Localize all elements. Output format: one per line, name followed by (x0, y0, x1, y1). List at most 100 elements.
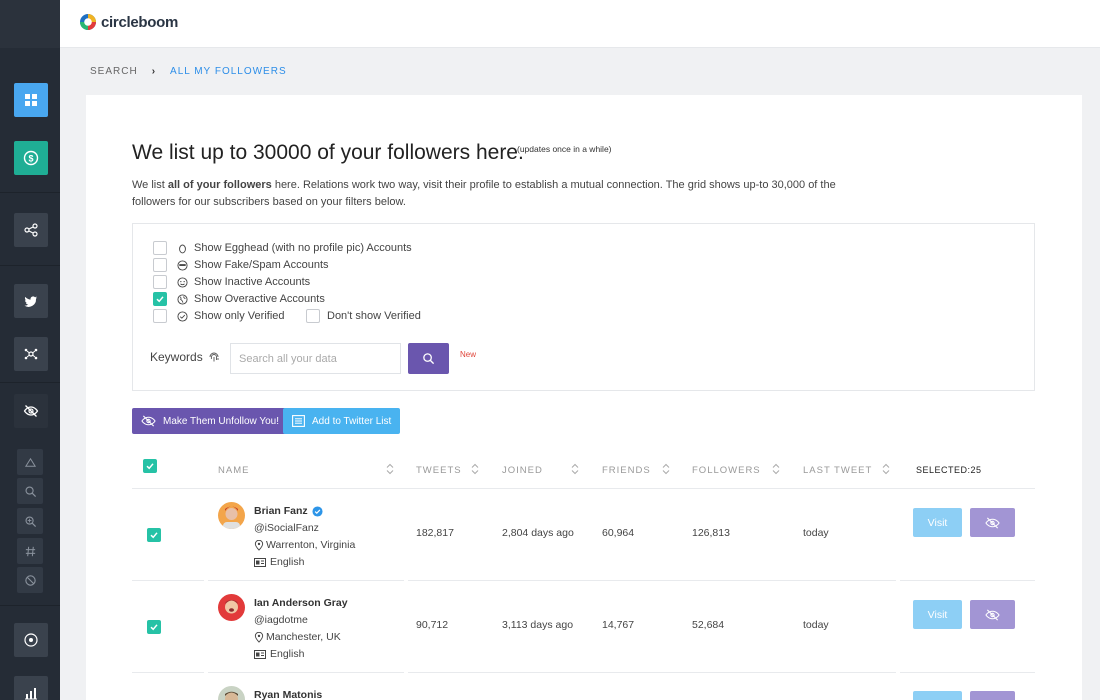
col-joined-header[interactable]: JOINED (502, 465, 543, 476)
network-nav-button[interactable] (14, 337, 48, 371)
desc-bold: all of your followers (167, 179, 272, 191)
eye-slash-icon (985, 608, 1000, 621)
select-all-checkbox[interactable] (143, 459, 157, 473)
checkmark-icon (156, 296, 164, 303)
user-name[interactable]: Ryan Matonis (254, 689, 322, 700)
filter-dont-show-verified[interactable]: Don't show Verified (306, 309, 421, 323)
billing-nav-button[interactable]: $ (14, 141, 48, 175)
sort-icon[interactable] (471, 463, 479, 475)
desc-text-1: We list (132, 179, 168, 191)
twitter-nav-button[interactable] (14, 284, 48, 318)
keywords-text: Keywords (150, 350, 203, 364)
network-icon (24, 348, 38, 360)
breadcrumb-search-link[interactable]: SEARCH (90, 66, 138, 77)
row-checkbox[interactable] (147, 528, 161, 542)
cell-friends: 14,767 (602, 619, 635, 631)
make-them-unfollow-button[interactable]: Make Them Unfollow You! (132, 408, 288, 434)
filter-inactive[interactable]: Show Inactive Accounts (153, 275, 310, 289)
cell-joined: 3,113 days ago (502, 619, 574, 631)
sidebar-top (0, 0, 60, 48)
verified-only-label: Show only Verified (194, 310, 285, 322)
ban-icon (24, 574, 36, 586)
share-icon (24, 223, 38, 237)
user-location: Manchester, UK (254, 631, 341, 643)
new-badge: New (460, 350, 477, 359)
avatar[interactable] (218, 502, 245, 529)
user-name-text: Ian Anderson Gray (254, 597, 348, 609)
visit-button[interactable]: Visit (913, 508, 962, 537)
user-name-text: Brian Fanz (254, 505, 308, 517)
sort-icon[interactable] (571, 463, 579, 475)
unfollow-user-button[interactable] (970, 600, 1015, 629)
analytics-nav-button[interactable] (14, 676, 48, 700)
col-followers-header[interactable]: FOLLOWERS (692, 465, 761, 476)
unfollow-user-button[interactable] (970, 508, 1015, 537)
hidden-nav-button[interactable] (14, 394, 48, 428)
egg-nav-button[interactable] (17, 449, 43, 475)
overactive-label: Show Overactive Accounts (194, 293, 325, 305)
user-name[interactable]: Brian Fanz (254, 505, 323, 517)
unfollow-label: Make Them Unfollow You! (163, 415, 279, 427)
share-nav-button[interactable] (14, 213, 48, 247)
zoom-nav-button[interactable] (17, 508, 43, 534)
map-pin-icon (254, 539, 264, 551)
eye-slash-icon (985, 516, 1000, 529)
cell-followers: 126,813 (692, 527, 730, 539)
avatar[interactable] (218, 686, 245, 700)
row-checkbox[interactable] (147, 620, 161, 634)
search-nav-button[interactable] (17, 478, 43, 504)
language-icon (254, 557, 266, 567)
sort-icon[interactable] (662, 463, 670, 475)
list-icon (292, 415, 305, 427)
add-list-label: Add to Twitter List (312, 415, 392, 427)
filter-fake[interactable]: Show Fake/Spam Accounts (153, 258, 329, 272)
grid-icon (25, 94, 37, 106)
filter-egghead[interactable]: Show Egghead (with no profile pic) Accou… (153, 241, 412, 255)
keywords-search-input[interactable] (230, 343, 401, 374)
brand-logo[interactable]: circleboom (78, 12, 178, 32)
avatar[interactable] (218, 594, 245, 621)
user-handle: @iSocialFanz (254, 522, 319, 534)
hashtag-icon (25, 546, 35, 556)
map-pin-icon (254, 631, 264, 643)
filter-overactive[interactable]: Show Overactive Accounts (153, 292, 325, 306)
fake-checkbox[interactable] (153, 258, 167, 272)
search-icon (423, 353, 435, 365)
smile-icon (177, 276, 188, 288)
dont-show-verified-checkbox[interactable] (306, 309, 320, 323)
user-photo (218, 686, 245, 700)
sort-icon[interactable] (386, 463, 394, 475)
sort-icon[interactable] (772, 463, 780, 475)
col-tweets-header[interactable]: TWEETS (416, 465, 462, 476)
keywords-search-button[interactable] (408, 343, 449, 374)
page-description: We list all of your followers here. Rela… (132, 177, 872, 211)
checkmark-icon (150, 624, 158, 631)
hashtag-nav-button[interactable] (17, 538, 43, 564)
block-nav-button[interactable] (17, 567, 43, 593)
dashboard-nav-button[interactable] (14, 83, 48, 117)
egghead-checkbox[interactable] (153, 241, 167, 255)
circleboom-logo-icon (80, 14, 96, 30)
col-friends-header[interactable]: FRIENDS (602, 465, 651, 476)
verified-badge-icon (312, 505, 323, 517)
inactive-checkbox[interactable] (153, 275, 167, 289)
overactive-checkbox[interactable] (153, 292, 167, 306)
col-last-tweet-header[interactable]: LAST TWEET (803, 465, 872, 476)
user-name[interactable]: Ian Anderson Gray (254, 597, 348, 609)
top-header: circleboom (60, 0, 1100, 48)
zoom-in-icon (24, 515, 36, 527)
col-name-header[interactable]: NAME (218, 465, 249, 476)
visit-button[interactable]: Visit (913, 600, 962, 629)
target-nav-button[interactable] (14, 623, 48, 657)
visit-button[interactable] (913, 691, 962, 700)
eye-slash-icon (141, 415, 156, 427)
add-to-twitter-list-button[interactable]: Add to Twitter List (283, 408, 401, 434)
unfollow-user-button[interactable] (970, 691, 1015, 700)
verified-only-checkbox[interactable] (153, 309, 167, 323)
chart-icon (25, 688, 37, 700)
user-language: English (254, 648, 304, 660)
filter-verified-only[interactable]: Show only Verified (153, 309, 285, 323)
mask-icon (177, 259, 188, 271)
language-icon (254, 649, 266, 659)
sort-icon[interactable] (882, 463, 890, 475)
